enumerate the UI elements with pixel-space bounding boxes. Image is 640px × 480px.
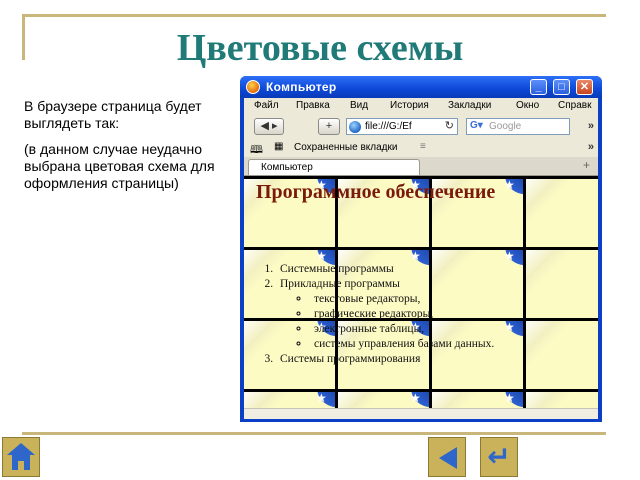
menu-view[interactable]: Вид: [350, 100, 368, 111]
google-icon: G▾: [470, 120, 483, 131]
close-button[interactable]: ✕: [576, 79, 593, 95]
menu-file[interactable]: Файл: [254, 100, 279, 111]
back-nav-button[interactable]: ◀ ▸: [254, 118, 284, 135]
description-text: В браузере страница будет выглядеть так:: [24, 98, 202, 131]
sub-list-item: системы управления базами данных.: [310, 337, 598, 352]
browser-body: Файл Правка Вид История Закладки Окно Сп…: [244, 98, 598, 419]
new-tab-plus-button[interactable]: +: [318, 118, 340, 135]
slide-frame-bottom: [22, 432, 606, 435]
return-button[interactable]: ↵: [480, 437, 518, 477]
star-icon: ★: [316, 249, 327, 263]
bookmarks-label[interactable]: Сохраненные вкладки: [294, 142, 397, 153]
firefox-icon: [246, 80, 260, 94]
window-titlebar[interactable]: Компьютер _ □ ✕: [240, 76, 602, 98]
note-text: (в данном случае неудачно выбрана цветов…: [24, 141, 215, 191]
slide-frame-top: [22, 14, 606, 17]
list-item: Прикладные программы текстовые редакторы…: [276, 277, 598, 352]
minimize-button[interactable]: _: [530, 79, 547, 95]
star-icon: ★: [410, 249, 421, 263]
reload-icon[interactable]: ↻: [445, 119, 454, 132]
home-button[interactable]: [2, 437, 40, 477]
search-box[interactable]: G▾ Google: [466, 118, 570, 135]
sub-list: текстовые редакторы, графические редакто…: [280, 292, 598, 352]
bookmarks-overflow-icon[interactable]: »: [588, 141, 594, 153]
address-bar[interactable]: file:///G:/Ef ↻: [346, 118, 458, 135]
star-icon: ★: [410, 391, 421, 405]
slide-description: В браузере страница будет выглядеть так:…: [24, 98, 229, 201]
return-icon: ↵: [487, 440, 511, 473]
sub-list-item: текстовые редакторы,: [310, 292, 598, 307]
horizontal-scrollbar[interactable]: [244, 408, 598, 419]
globe-icon: [349, 121, 361, 133]
menu-history[interactable]: История: [390, 100, 429, 111]
star-icon: ★: [316, 391, 327, 405]
page-viewport: ★★★★★★★★★★★★★★★★ Программное обеспечение…: [244, 176, 598, 408]
list-item: Системные программы: [276, 262, 598, 277]
tab-computer[interactable]: Компьютер: [248, 159, 420, 175]
list-item: Системы программирования: [276, 352, 598, 367]
tab-bar: Компьютер +: [244, 157, 598, 176]
maximize-button[interactable]: □: [553, 79, 570, 95]
menu-edit[interactable]: Правка: [296, 100, 330, 111]
menu-window[interactable]: Окно: [516, 100, 539, 111]
search-placeholder: Google: [489, 121, 522, 132]
menu-bar: Файл Правка Вид История Закладки Окно Сп…: [244, 98, 598, 114]
sub-list-item: электронные таблицы,: [310, 322, 598, 337]
browser-window: Компьютер _ □ ✕ Файл Правка Вид История …: [240, 76, 602, 422]
toolbar-overflow-icon[interactable]: »: [588, 120, 594, 132]
sub-list-item: графические редакторы,: [310, 307, 598, 322]
program-list: Системные программы Прикладные программы…: [256, 262, 598, 367]
navigation-toolbar: ◀ ▸ + file:///G:/Ef ↻ G▾ Google »: [244, 115, 598, 139]
slide-title: Цветовые схемы: [176, 27, 464, 69]
bookmarks-toolbar: 🕮 ▦ Сохраненные вкладки ≡ »: [244, 140, 598, 156]
bookmarks-menu-icon[interactable]: ≡: [420, 141, 426, 152]
list-item-text: Прикладные программы: [280, 278, 400, 290]
back-button[interactable]: [428, 437, 466, 477]
star-icon: ★: [504, 391, 515, 405]
arrow-left-icon: [439, 447, 457, 469]
new-tab-icon[interactable]: +: [583, 158, 590, 172]
grid-icon[interactable]: ▦: [274, 141, 283, 152]
window-title: Компьютер: [266, 80, 337, 94]
menu-help[interactable]: Справк: [558, 100, 591, 111]
page-heading: Программное обеспечение: [256, 181, 496, 203]
star-icon: ★: [504, 249, 515, 263]
address-text: file:///G:/Ef: [365, 121, 412, 132]
menu-bookmarks[interactable]: Закладки: [448, 100, 491, 111]
